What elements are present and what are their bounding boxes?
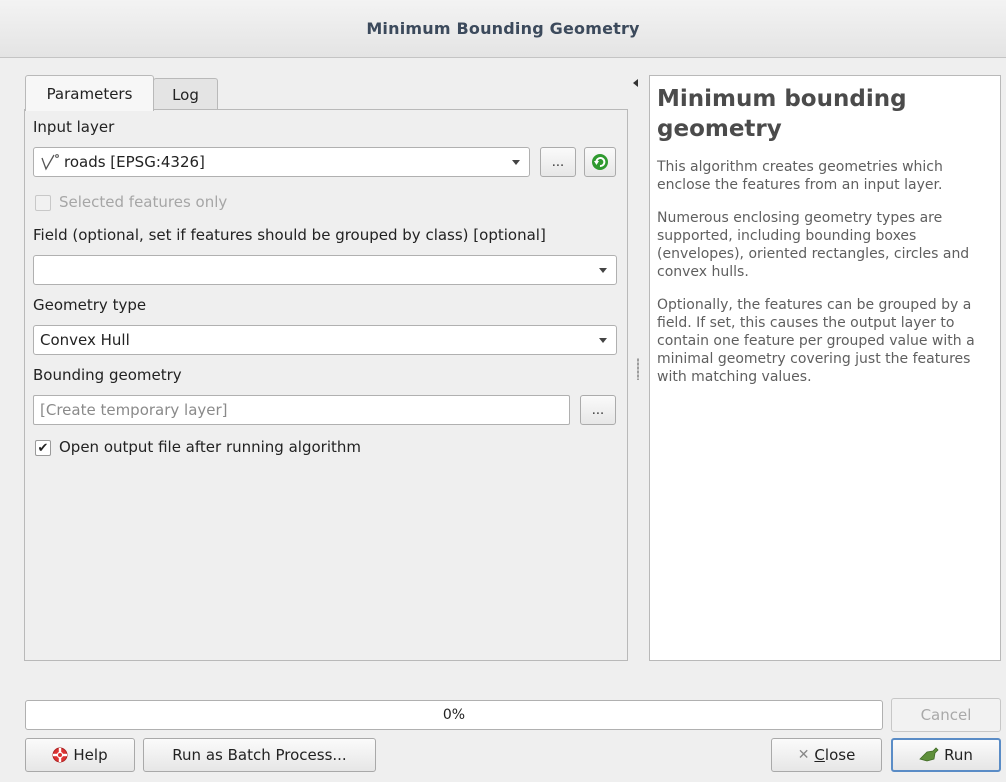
close-icon: ✕ [797, 747, 810, 763]
progress-bar: 0% [25, 700, 883, 730]
field-combo[interactable] [33, 255, 617, 285]
input-layer-combo[interactable]: roads [EPSG:4326] [33, 147, 530, 177]
open-output-checkbox[interactable]: ✔ [35, 440, 51, 456]
help-panel: Minimum bounding geometry This algorithm… [649, 75, 1001, 661]
window-title: Minimum Bounding Geometry [366, 19, 640, 38]
checkmark-icon: ✔ [37, 440, 49, 456]
chevron-down-icon [599, 268, 607, 273]
input-layer-browse-button[interactable]: ... [540, 147, 576, 177]
collapse-help-icon[interactable] [633, 79, 638, 87]
input-layer-value: roads [EPSG:4326] [64, 153, 205, 171]
bounding-geometry-placeholder: [Create temporary layer] [40, 401, 228, 419]
close-button[interactable]: ✕ Close [771, 738, 882, 772]
run-as-batch-button[interactable]: Run as Batch Process... [143, 738, 376, 772]
chevron-down-icon [599, 338, 607, 343]
help-paragraph: Optionally, the features can be grouped … [657, 297, 975, 385]
help-label: Help [73, 746, 108, 764]
lifebuoy-icon [52, 747, 68, 763]
iterate-icon [592, 154, 608, 170]
close-label: Close [814, 746, 856, 764]
run-as-batch-label: Run as Batch Process... [172, 746, 347, 764]
line-layer-icon [41, 154, 59, 171]
help-title: Minimum bounding geometry [657, 86, 907, 142]
progress-text: 0% [442, 707, 466, 723]
bounding-geometry-label: Bounding geometry [33, 366, 182, 384]
title-bar: Minimum Bounding Geometry [0, 0, 1006, 58]
help-paragraph: This algorithm creates geometries which … [657, 159, 943, 193]
input-layer-label: Input layer [33, 118, 115, 136]
field-label: Field (optional, set if features should … [33, 226, 546, 244]
bounding-geometry-browse-label: ... [591, 402, 605, 418]
chevron-down-icon [512, 160, 520, 165]
geometry-type-label: Geometry type [33, 296, 147, 314]
parameters-panel [24, 109, 628, 661]
geometry-type-value: Convex Hull [40, 331, 130, 349]
bounding-geometry-input[interactable]: [Create temporary layer] [33, 395, 570, 425]
selected-features-checkbox[interactable] [35, 195, 51, 211]
tab-parameters-label: Parameters [46, 84, 133, 103]
splitter-handle[interactable] [637, 358, 639, 380]
help-button[interactable]: Help [25, 738, 135, 772]
cancel-label: Cancel [920, 706, 972, 724]
run-label: Run [944, 746, 973, 764]
help-paragraph: Numerous enclosing geometry types are su… [657, 210, 970, 280]
open-output-label: Open output file after running algorithm [59, 438, 361, 456]
bounding-geometry-browse-button[interactable]: ... [580, 395, 616, 425]
run-button[interactable]: Run [891, 738, 1001, 772]
input-layer-browse-label: ... [551, 154, 565, 170]
iterate-button[interactable] [584, 147, 616, 177]
cancel-button[interactable]: Cancel [891, 698, 1001, 732]
tab-parameters[interactable]: Parameters [25, 75, 154, 111]
tab-log[interactable]: Log [153, 78, 218, 110]
run-icon [919, 747, 939, 762]
selected-features-label: Selected features only [59, 193, 228, 211]
tab-log-label: Log [172, 85, 199, 104]
geometry-type-combo[interactable]: Convex Hull [33, 325, 617, 355]
